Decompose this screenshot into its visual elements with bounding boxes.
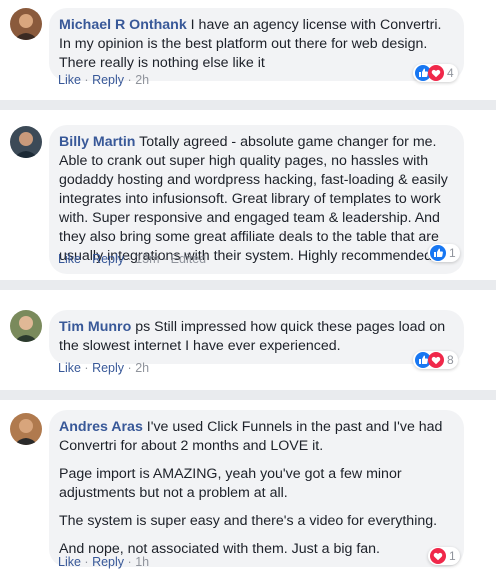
reply-link[interactable]: Reply [92, 555, 124, 569]
reactions-summary[interactable]: 4 [413, 64, 458, 82]
timestamp[interactable]: 13m [135, 252, 159, 266]
timestamp[interactable]: 2h [135, 73, 149, 87]
author-name[interactable]: Billy Martin [59, 134, 135, 150]
divider [0, 280, 496, 290]
reply-link[interactable]: Reply [92, 73, 124, 87]
separator: · [127, 361, 132, 375]
comment-actions: Like · Reply · 2h [58, 73, 149, 87]
comment-actions: Like · Reply · 2h [58, 361, 149, 375]
comment-bubble: Michael R Onthank I have an agency licen… [49, 8, 464, 81]
separator: · [84, 252, 89, 266]
reaction-count: 8 [447, 353, 454, 367]
avatar[interactable] [10, 126, 42, 158]
reactions-summary[interactable]: 8 [413, 351, 458, 369]
separator: · [163, 252, 168, 266]
reply-link[interactable]: Reply [92, 252, 124, 266]
timestamp[interactable]: 2h [135, 361, 149, 375]
avatar[interactable] [10, 310, 42, 342]
edited-label[interactable]: Edited [171, 252, 206, 266]
like-link[interactable]: Like [58, 361, 81, 375]
timestamp[interactable]: 1h [135, 555, 149, 569]
author-name[interactable]: Michael R Onthank [59, 17, 187, 33]
comment-text: Michael R Onthank I have an agency licen… [59, 16, 454, 73]
avatar[interactable] [10, 413, 42, 445]
author-name[interactable]: Andres Aras [59, 419, 143, 435]
comment-actions: Like · Reply · 1h [58, 555, 149, 569]
separator: · [84, 555, 89, 569]
reactions-summary[interactable]: 1 [428, 244, 460, 262]
comment-paragraph: The system is super easy and there's a v… [59, 513, 438, 529]
comment-body: Totally agreed - absolute game changer f… [59, 134, 448, 264]
comment-actions: Like · Reply · 13m · Edited [58, 252, 206, 266]
reaction-count: 1 [449, 246, 456, 260]
love-reaction-icon [428, 65, 444, 81]
divider [0, 100, 496, 110]
avatar[interactable] [10, 8, 42, 40]
love-reaction-icon [430, 548, 446, 564]
comment-text: Andres Aras I've used Click Funnels in t… [59, 418, 454, 456]
divider [0, 390, 496, 400]
reactions-summary[interactable]: 1 [428, 547, 460, 565]
reaction-count: 1 [449, 549, 456, 563]
like-link[interactable]: Like [58, 555, 81, 569]
separator: · [84, 73, 89, 87]
like-link[interactable]: Like [58, 73, 81, 87]
separator: · [127, 73, 132, 87]
comment-text: Billy Martin Totally agreed - absolute g… [59, 133, 454, 266]
reply-link[interactable]: Reply [92, 361, 124, 375]
author-name[interactable]: Tim Munro [59, 319, 131, 335]
separator: · [84, 361, 89, 375]
comment-bubble: Tim Munro ps Still impressed how quick t… [49, 310, 464, 364]
comment-paragraph: Page import is AMAZING, yeah you've got … [59, 466, 402, 501]
reaction-count: 4 [447, 66, 454, 80]
love-reaction-icon [428, 352, 444, 368]
separator: · [127, 252, 132, 266]
comment-bubble: Andres Aras I've used Click Funnels in t… [49, 410, 464, 567]
like-link[interactable]: Like [58, 252, 81, 266]
like-reaction-icon [430, 245, 446, 261]
comment-text: Tim Munro ps Still impressed how quick t… [59, 318, 454, 356]
separator: · [127, 555, 132, 569]
